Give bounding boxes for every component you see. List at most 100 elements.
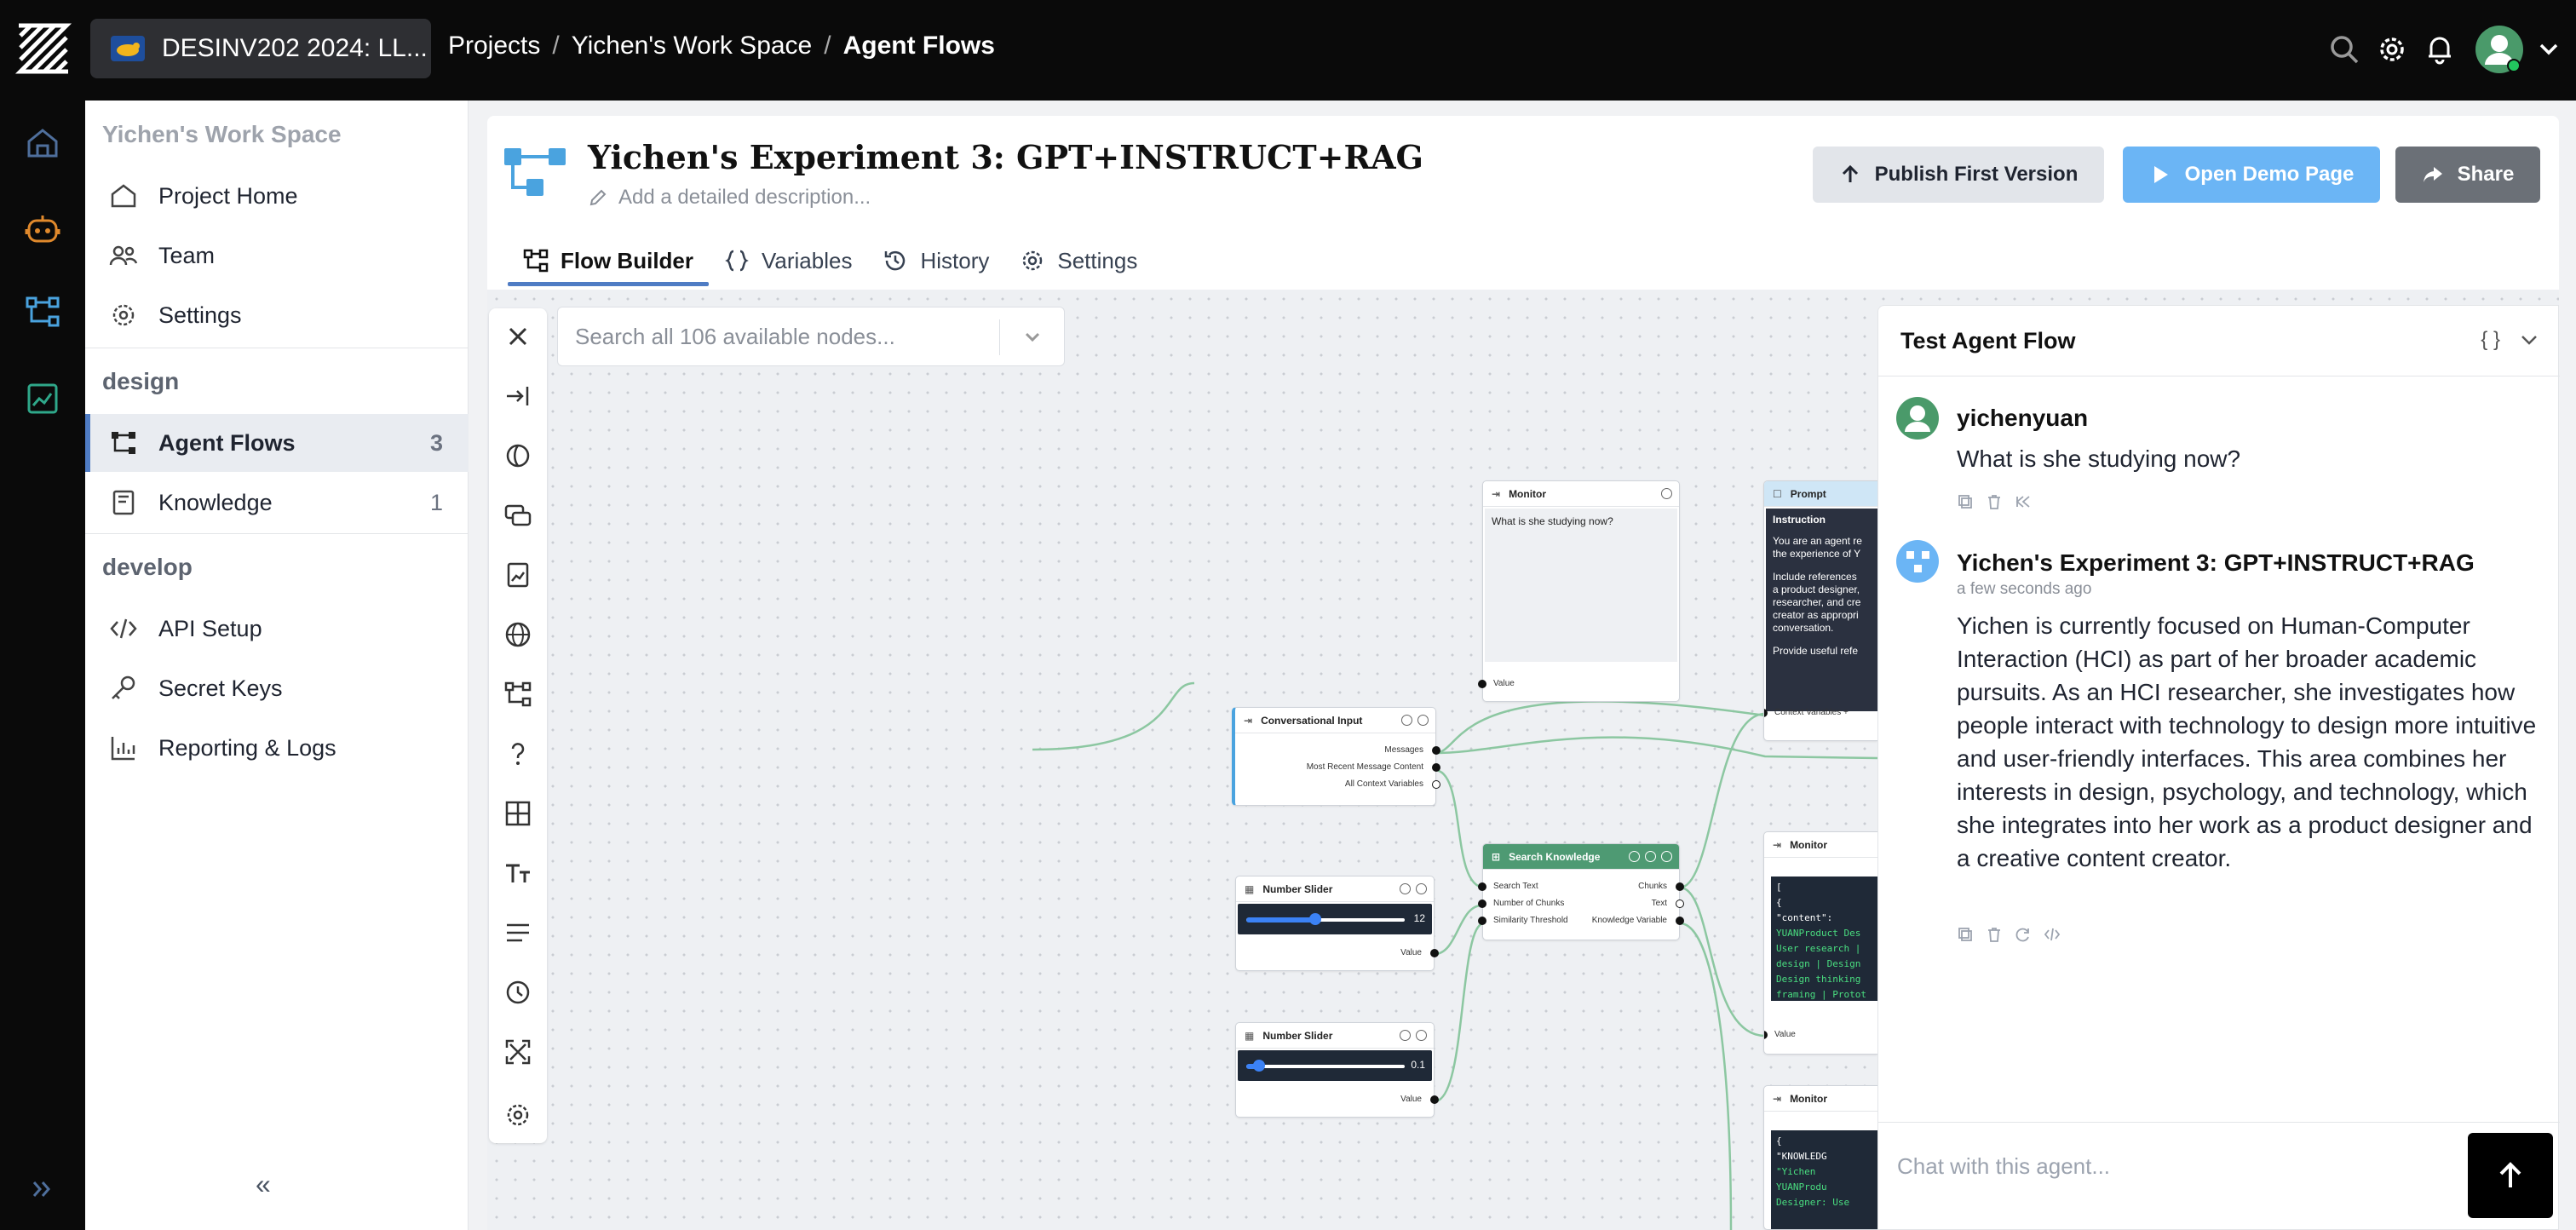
bell-icon[interactable] xyxy=(2423,32,2457,66)
knowledge-icon[interactable] xyxy=(503,560,532,589)
agent-name: Yichen's Experiment 3: GPT+INSTRUCT+RAG xyxy=(1957,549,2475,576)
flow-icon[interactable] xyxy=(24,293,61,330)
share-button[interactable]: Share xyxy=(2395,147,2540,203)
text-icon[interactable] xyxy=(503,859,532,888)
node-tools[interactable] xyxy=(1629,851,1672,862)
copy-icon[interactable] xyxy=(1957,493,1974,510)
tab-settings[interactable]: Settings xyxy=(1004,235,1153,286)
gear-icon[interactable] xyxy=(2375,32,2409,66)
chevron-down-icon[interactable] xyxy=(2517,328,2541,352)
trash-icon[interactable] xyxy=(1986,926,2003,943)
lines-icon[interactable] xyxy=(503,918,532,947)
copy-icon[interactable] xyxy=(1957,926,1974,943)
clock-icon[interactable] xyxy=(503,978,532,1007)
project-selector[interactable]: DESINV202 2024: LL... xyxy=(90,19,431,78)
share-label: Share xyxy=(2457,163,2515,186)
sidebar-item-reporting[interactable]: Reporting & Logs xyxy=(85,719,469,777)
node-title: Monitor xyxy=(1790,838,1828,851)
node-tools[interactable] xyxy=(1401,715,1429,726)
sidebar-item-label: Agent Flows xyxy=(158,429,296,456)
gear-icon[interactable] xyxy=(503,1101,532,1129)
trash-icon[interactable] xyxy=(1986,493,2003,510)
app-logo-icon[interactable] xyxy=(14,19,73,78)
sidebar-item-settings[interactable]: Settings xyxy=(85,286,469,344)
globe-icon[interactable] xyxy=(503,620,532,649)
input-port[interactable] xyxy=(1764,709,1768,717)
publish-button[interactable]: Publish First Version xyxy=(1813,147,2104,203)
input-port[interactable] xyxy=(1478,917,1486,925)
search-knowledge-node[interactable]: ⊞ Search Knowledge Search Text Number of … xyxy=(1478,843,1684,940)
ai-icon[interactable] xyxy=(503,441,532,470)
home-icon xyxy=(111,184,136,208)
conversational-input-node[interactable]: ⇥ Conversational Input Messages Most Rece… xyxy=(1232,707,1440,806)
output-port[interactable] xyxy=(1430,1095,1439,1104)
braces-icon[interactable]: { } xyxy=(2481,328,2500,352)
node-search-input[interactable]: Search all 106 available nodes... xyxy=(557,307,1065,366)
output-port[interactable] xyxy=(1676,900,1684,908)
output-port[interactable] xyxy=(1432,780,1440,789)
grid-icon[interactable] xyxy=(503,799,532,828)
rewind-icon[interactable] xyxy=(2015,493,2032,510)
knowledge-icon[interactable] xyxy=(24,380,61,417)
monitor-node[interactable]: ⇥ Monitor [ { "content": YUANProduct Des … xyxy=(1763,831,1877,1055)
input-icon: ⇥ xyxy=(1244,714,1253,727)
slider-fill xyxy=(1246,917,1314,922)
fit-view-icon[interactable] xyxy=(503,1037,532,1066)
slider-knob[interactable] xyxy=(1309,913,1321,925)
sidebar-item-api-setup[interactable]: API Setup xyxy=(85,600,469,658)
search-icon[interactable] xyxy=(2327,32,2361,66)
page-title[interactable]: Yichen's Experiment 3: GPT+INSTRUCT+RAG xyxy=(588,138,1423,176)
collapse-sidebar-button[interactable]: « xyxy=(256,1169,271,1200)
prompt-line: researcher, and cre xyxy=(1773,596,1861,608)
output-port[interactable] xyxy=(1676,882,1684,891)
output-port[interactable] xyxy=(1430,949,1439,957)
monitor-content: What is she studying now? xyxy=(1485,509,1677,662)
output-port[interactable] xyxy=(1432,746,1440,755)
open-demo-button[interactable]: Open Demo Page xyxy=(2123,147,2380,203)
number-slider-node[interactable]: ▦ Number Slider 0.1 Value xyxy=(1235,1022,1439,1118)
breadcrumb-projects[interactable]: Projects xyxy=(448,32,540,60)
chevron-down-icon[interactable] xyxy=(2532,32,2566,66)
node-tools[interactable] xyxy=(1400,883,1427,894)
sidebar-item-team[interactable]: Team xyxy=(85,227,469,285)
node-tools[interactable] xyxy=(1400,1030,1427,1041)
input-icon[interactable] xyxy=(503,382,532,411)
breadcrumb-workspace[interactable]: Yichen's Work Space xyxy=(572,32,813,60)
input-port[interactable] xyxy=(1478,882,1486,891)
send-button[interactable] xyxy=(2468,1133,2553,1218)
input-port[interactable] xyxy=(1478,680,1486,688)
tab-flow-builder[interactable]: Flow Builder xyxy=(508,235,709,286)
input-port[interactable] xyxy=(1478,900,1486,908)
slider-control[interactable]: 12 xyxy=(1238,904,1432,934)
refresh-icon[interactable] xyxy=(2015,926,2032,943)
node-tools[interactable] xyxy=(1661,488,1672,499)
sidebar-item-secret-keys[interactable]: Secret Keys xyxy=(85,659,469,717)
number-slider-node[interactable]: ▦ Number Slider 12 Value xyxy=(1235,876,1439,971)
close-icon[interactable] xyxy=(503,322,532,351)
prompt-line: Include references xyxy=(1773,571,1857,583)
monitor-icon: ⇥ xyxy=(1773,1092,1782,1105)
chat-input[interactable]: Chat with this agent... xyxy=(1897,1153,2110,1180)
question-icon[interactable] xyxy=(503,739,532,768)
robot-icon[interactable] xyxy=(24,211,61,249)
node-search-dropdown[interactable] xyxy=(999,319,1064,355)
output-port[interactable] xyxy=(1676,917,1684,925)
slider-control[interactable]: 0.1 xyxy=(1238,1050,1432,1081)
chat-icon[interactable] xyxy=(503,501,532,530)
code-icon[interactable] xyxy=(2044,926,2061,943)
description-field[interactable]: Add a detailed description... xyxy=(588,186,871,210)
output-port[interactable] xyxy=(1432,763,1440,772)
tab-history[interactable]: History xyxy=(867,235,1004,286)
sidebar-item-knowledge[interactable]: Knowledge 1 xyxy=(85,474,469,532)
sidebar-item-project-home[interactable]: Project Home xyxy=(85,167,469,225)
slider-knob[interactable] xyxy=(1253,1060,1265,1072)
home-icon[interactable] xyxy=(24,124,61,162)
prompt-node[interactable]: ☐ Prompt Instruction You are an agent re … xyxy=(1763,480,1877,741)
flow-icon[interactable] xyxy=(503,680,532,709)
monitor-node[interactable]: ⇥ Monitor What is she studying now? Value xyxy=(1478,480,1680,702)
input-port[interactable] xyxy=(1764,1031,1768,1039)
tab-variables[interactable]: Variables xyxy=(709,235,867,286)
expand-icon[interactable] xyxy=(29,1175,56,1203)
user-avatar-icon[interactable] xyxy=(2474,24,2525,75)
sidebar-item-agent-flows[interactable]: Agent Flows 3 xyxy=(85,414,469,472)
